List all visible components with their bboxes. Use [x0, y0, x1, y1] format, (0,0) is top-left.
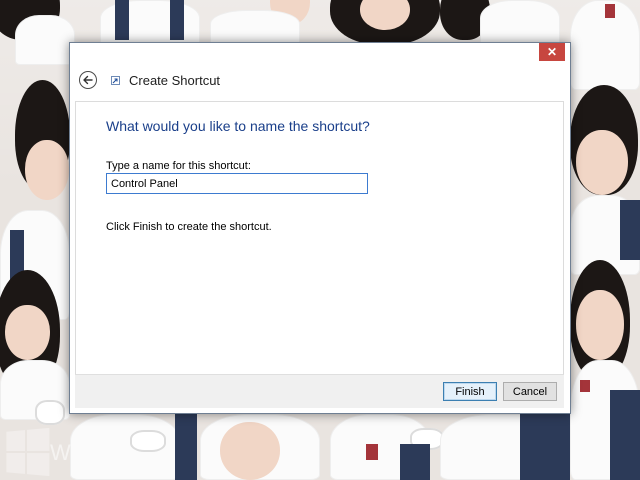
shortcut-name-input[interactable] — [106, 173, 368, 194]
wizard-page: What would you like to name the shortcut… — [75, 101, 564, 375]
dialog-footer: Finish Cancel — [75, 374, 564, 408]
wallpaper-figure — [90, 0, 210, 45]
wizard-header: Create Shortcut — [70, 61, 570, 99]
wallpaper-figure — [570, 260, 640, 480]
close-icon: ✕ — [546, 45, 558, 59]
close-button[interactable]: ✕ — [539, 43, 565, 61]
wallpaper-figure — [0, 60, 70, 320]
wallpaper-figure — [330, 0, 450, 45]
wallpaper-figure — [210, 0, 340, 45]
back-arrow-icon — [83, 75, 93, 85]
shortcut-wizard-icon — [111, 75, 121, 85]
create-shortcut-dialog: ✕ Create Shortcut What would you like to… — [69, 42, 571, 414]
back-button[interactable] — [79, 71, 97, 89]
dialog-title: Create Shortcut — [129, 72, 221, 88]
wallpaper-figure — [440, 0, 560, 45]
wallpaper-figure — [0, 0, 80, 65]
desktop-watermark-text: W — [50, 440, 71, 465]
cancel-button[interactable]: Cancel — [503, 382, 557, 401]
wallpaper-figure — [0, 270, 70, 425]
shortcut-name-label: Type a name for this shortcut: — [106, 160, 251, 172]
finish-button[interactable]: Finish — [443, 382, 497, 401]
page-heading: What would you like to name the shortcut… — [106, 118, 370, 134]
finish-hint-text: Click Finish to create the shortcut. — [106, 221, 272, 233]
wallpaper-figure — [570, 80, 640, 275]
wallpaper-figure — [570, 0, 640, 90]
wallpaper-figure — [70, 414, 570, 480]
windows-logo-icon — [6, 427, 50, 477]
title-bar[interactable] — [70, 43, 570, 61]
